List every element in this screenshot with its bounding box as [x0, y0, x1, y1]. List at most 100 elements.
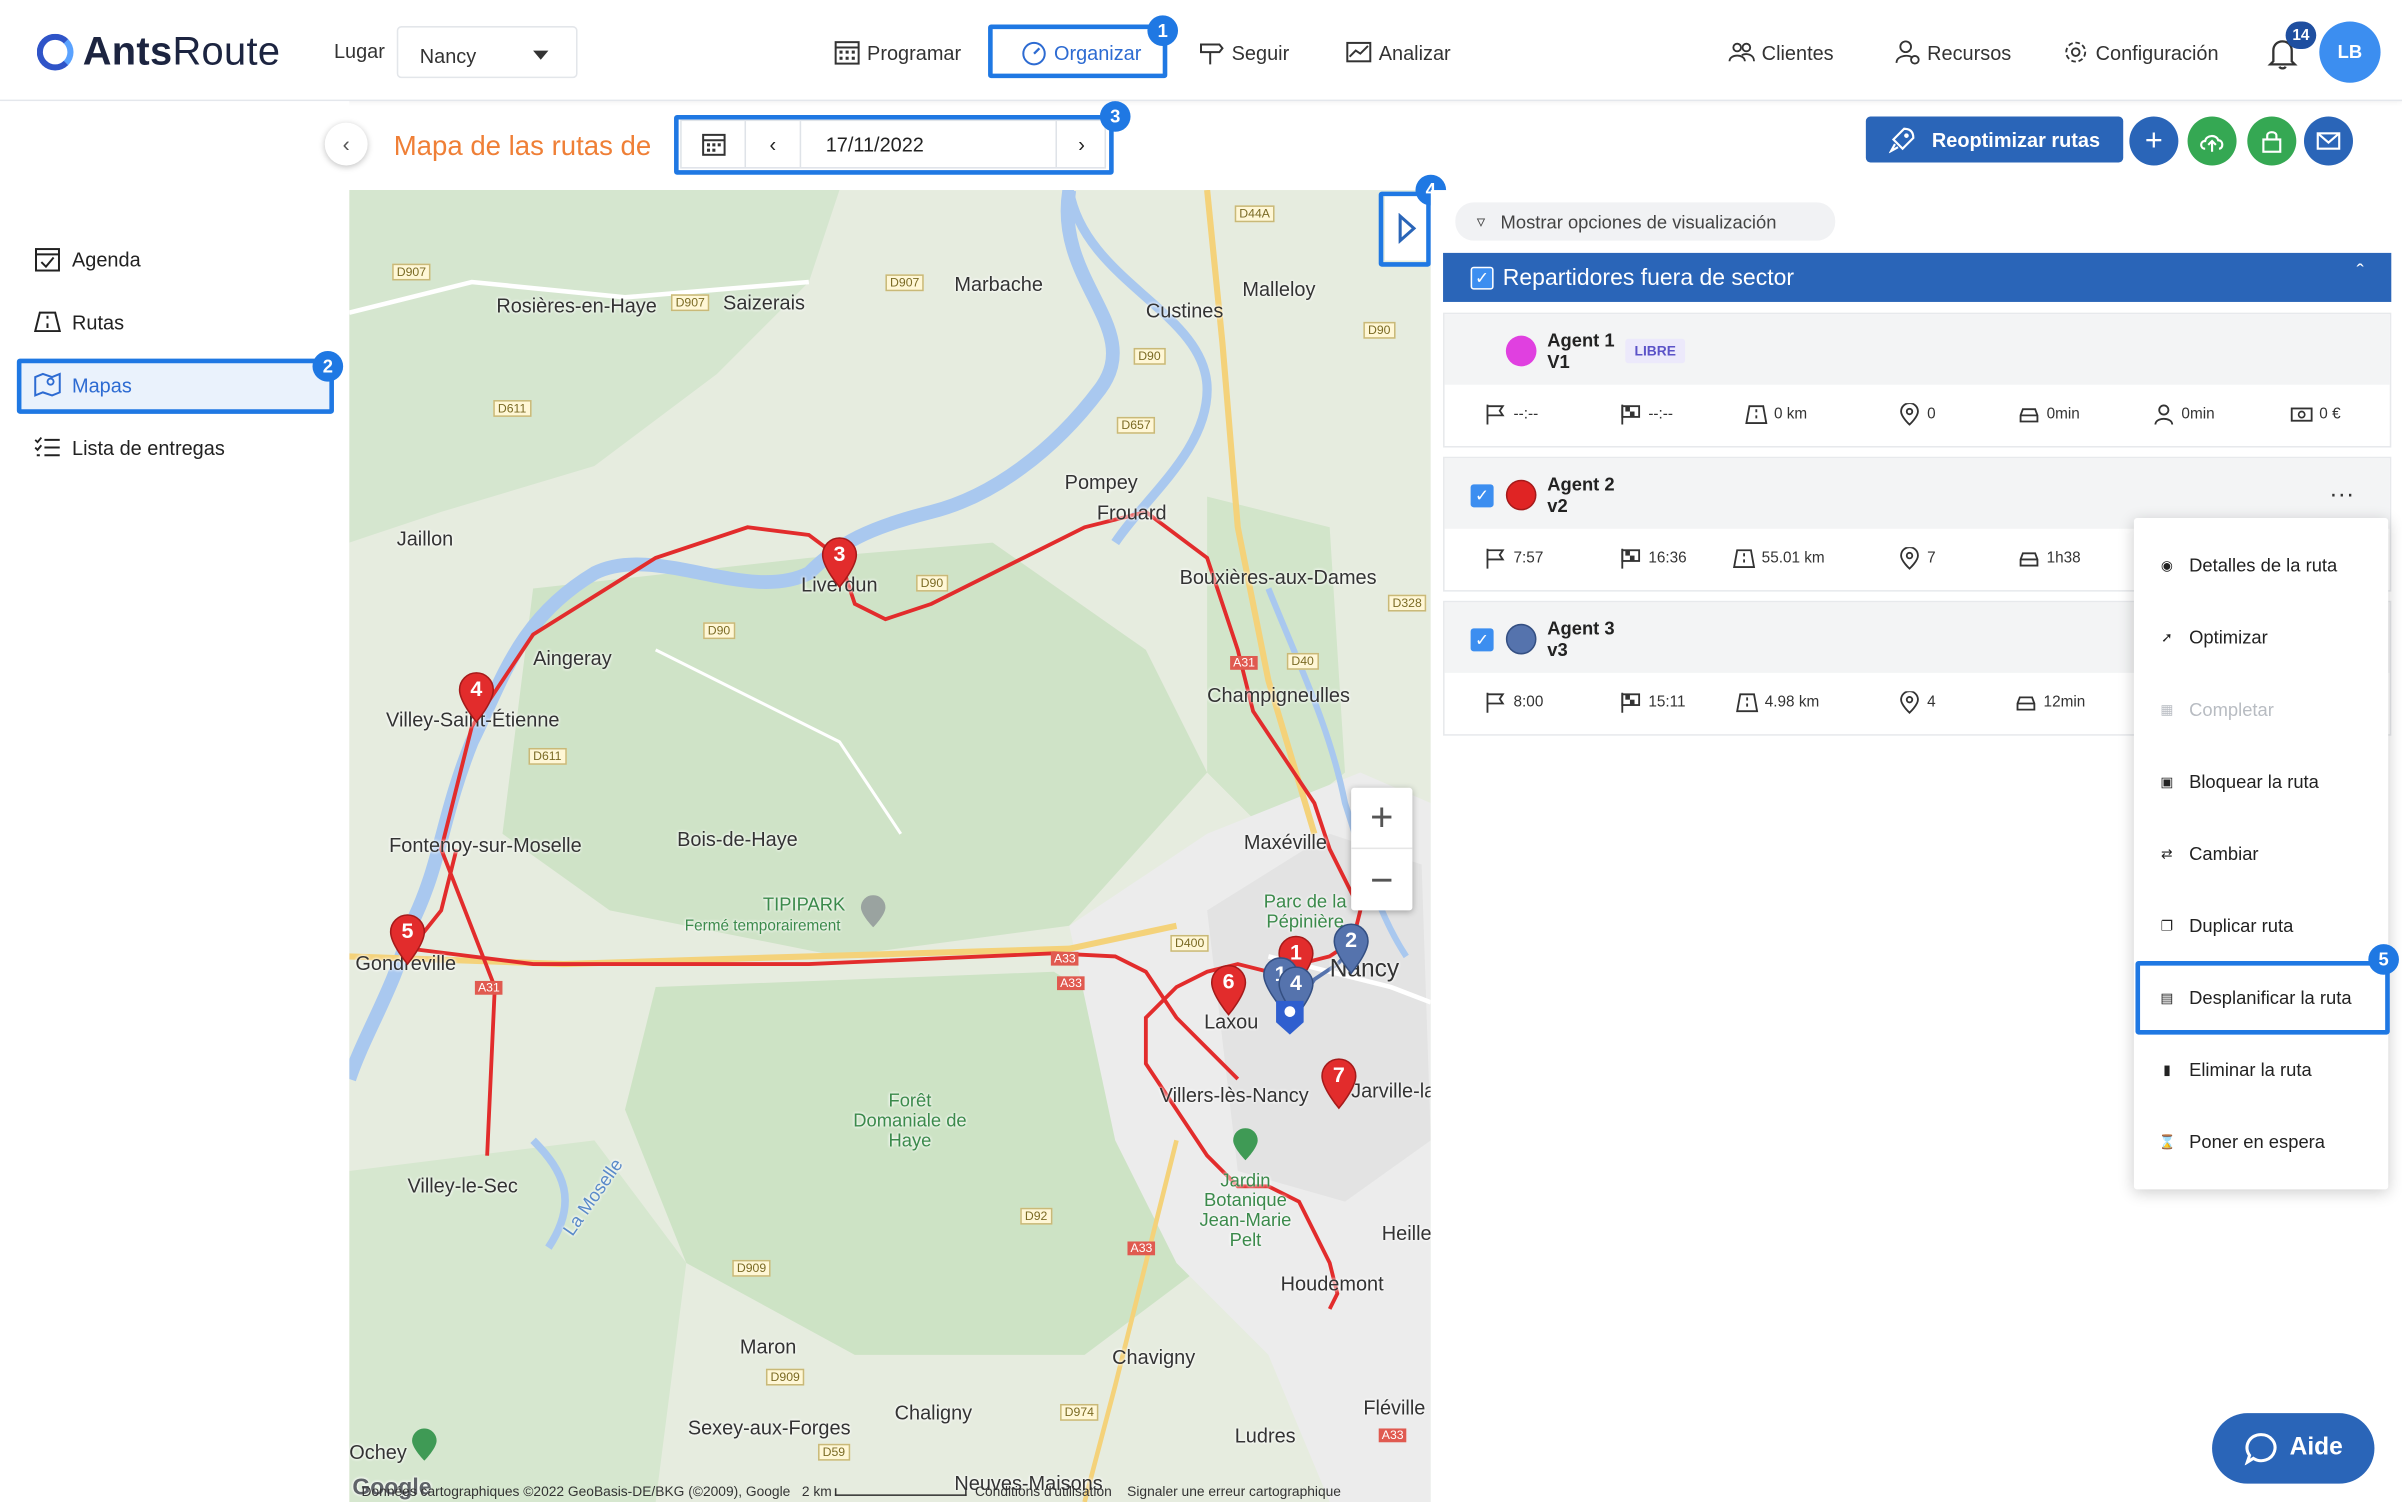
- nav-programar[interactable]: Programar: [833, 38, 961, 66]
- map-label: Champigneulles: [1207, 683, 1350, 707]
- top-header: AntsRoute Lugar Nancy Programar Organiza…: [0, 0, 2402, 102]
- lugar-select[interactable]: Nancy: [396, 26, 578, 79]
- collapse-sidebar-button[interactable]: ‹: [324, 122, 368, 166]
- help-chat-button[interactable]: Aide: [2212, 1413, 2375, 1484]
- checkered-flag-icon: [1621, 692, 1641, 713]
- gear-icon: [2065, 41, 2087, 63]
- nav-configuracion[interactable]: Configuración: [2062, 38, 2219, 66]
- menu-item-optimize[interactable]: ➚ Optimizar: [2158, 627, 2268, 648]
- nav-recursos[interactable]: Recursos: [1893, 38, 2011, 66]
- upload-button[interactable]: [2187, 116, 2237, 166]
- map-label: Jaillon: [396, 527, 454, 551]
- logo-text-bold: Ants: [82, 27, 173, 74]
- sidebar-item-lista-entregas[interactable]: Lista de entregas: [34, 434, 225, 462]
- nav-seguir[interactable]: Seguir: [1198, 38, 1289, 66]
- display-options-button[interactable]: ▿ Mostrar opciones de visualización: [1455, 202, 1836, 241]
- nav-clientes-label: Clientes: [1761, 40, 1834, 64]
- map-label: Chavigny: [1112, 1345, 1196, 1369]
- menu-item-duplicate-route[interactable]: ❐ Duplicar ruta: [2158, 915, 2294, 936]
- highlight-date: [674, 114, 1114, 175]
- routes-map[interactable]: Rosières-en-Haye Saizerais Marbache Mall…: [349, 190, 1431, 1502]
- map-label: Jarville-la-Malgrange: [1351, 1079, 1431, 1103]
- help-label: Aide: [2289, 1434, 2343, 1461]
- lock-icon: [2262, 131, 2282, 153]
- sidebar-item-rutas[interactable]: Rutas: [33, 308, 124, 336]
- lugar-select-value: Nancy: [419, 44, 477, 68]
- road-icon: [1733, 549, 1756, 569]
- nav-seguir-label: Seguir: [1231, 40, 1290, 64]
- map-label: Houdemont: [1280, 1272, 1384, 1296]
- highlight-mapas: [16, 358, 334, 414]
- sector-checkbox[interactable]: ✓: [1470, 265, 1494, 289]
- map-attribution: Données cartographiques ©2022 GeoBasis-D…: [362, 1484, 1341, 1499]
- agent-route-checkbox[interactable]: ✓: [1470, 484, 1494, 508]
- sector-group-header[interactable]: ✓ Repartidores fuera de sector ˆ: [1443, 252, 2392, 302]
- sidebar-item-agenda[interactable]: Agenda: [34, 245, 141, 273]
- chart-icon: [1346, 41, 1372, 63]
- map-label: Saizerais: [723, 291, 805, 315]
- menu-item-put-on-hold[interactable]: ⌛ Poner en espera: [2158, 1131, 2325, 1152]
- map-label: Fontenoy-sur-Moselle: [389, 833, 582, 857]
- route-stop-pin[interactable]: 6: [1210, 964, 1247, 1016]
- route-stop-pin[interactable]: 5: [389, 913, 426, 966]
- pin-number: 2: [1345, 927, 1358, 952]
- depot-marker[interactable]: [1275, 996, 1306, 1036]
- callout-badge-1: 1: [1147, 15, 1179, 46]
- stops-stat: 4: [1898, 691, 1936, 714]
- route-stop-pin[interactable]: 3: [821, 536, 858, 589]
- reoptimize-routes-button[interactable]: Reoptimizar rutas: [1865, 116, 2124, 163]
- distance-stat: 4.98 km: [1736, 691, 1819, 714]
- signpost-icon: [1200, 43, 1224, 65]
- nav-clientes[interactable]: Clientes: [1728, 38, 1834, 66]
- pin-number: 5: [401, 918, 414, 943]
- chevron-down-icon: [533, 50, 549, 60]
- map-label: Rosières-en-Haye: [496, 294, 657, 318]
- route-stop-pin[interactable]: 2: [1333, 923, 1370, 975]
- menu-item-change[interactable]: ⇄ Cambiar: [2158, 843, 2258, 864]
- map-label: Jardin Botanique Jean-Marie Pelt: [1199, 1169, 1292, 1251]
- distance-stat: 55.01 km: [1733, 547, 1825, 570]
- stops-stat: 0: [1898, 403, 1936, 426]
- highlight-organizar: [988, 24, 1168, 79]
- map-label: Forêt Domaniale de Haye: [853, 1089, 967, 1152]
- callout-badge-2: 2: [312, 350, 344, 382]
- park-marker-icon: [860, 895, 886, 928]
- start-time-stat: 8:00: [1484, 691, 1543, 714]
- mail-icon: [2316, 132, 2341, 150]
- antsroute-logo[interactable]: AntsRoute: [36, 27, 281, 76]
- menu-item-delete-route[interactable]: ▮ Eliminar la ruta: [2158, 1059, 2312, 1080]
- route-stop-pin[interactable]: 4: [458, 671, 495, 724]
- menu-item-route-details[interactable]: ◉ Detalles de la ruta: [2158, 555, 2337, 576]
- nav-analizar[interactable]: Analizar: [1345, 38, 1451, 66]
- more-options-button[interactable]: ...: [2330, 477, 2355, 505]
- road-label: A33: [1378, 1428, 1407, 1443]
- copy-icon: ❐: [2160, 917, 2174, 933]
- status-badge: LIBRE: [1625, 338, 1686, 364]
- report-error-link[interactable]: Signaler une erreur cartographique: [1127, 1484, 1341, 1499]
- menu-item-lock-route[interactable]: ▣ Bloquear la ruta: [2158, 771, 2319, 792]
- chevron-up-icon[interactable]: ˆ: [2357, 259, 2364, 284]
- lock-button[interactable]: [2247, 116, 2297, 166]
- agent-route-checkbox[interactable]: ✓: [1470, 628, 1494, 652]
- terms-link[interactable]: Conditions d'utilisation: [975, 1484, 1112, 1499]
- cloud-upload-icon: [2200, 134, 2224, 152]
- route-stop-pin[interactable]: 7: [1320, 1058, 1357, 1110]
- drive-time-stat: 0min: [2018, 403, 2080, 426]
- add-button[interactable]: +: [2129, 116, 2179, 166]
- email-button[interactable]: [2303, 116, 2353, 166]
- map-label: Marbache: [954, 272, 1043, 296]
- road-label: D611: [528, 747, 567, 765]
- rocket-icon: ➚: [2161, 629, 2173, 645]
- checkered-flag-icon: [1621, 404, 1641, 425]
- zoom-out-button[interactable]: −: [1351, 849, 1412, 910]
- zoom-in-button[interactable]: +: [1351, 788, 1413, 850]
- user-avatar[interactable]: LB: [2319, 21, 2381, 83]
- scale-bar: [835, 1488, 968, 1497]
- sector-title: Repartidores fuera de sector: [1502, 264, 1795, 291]
- agent-route-card[interactable]: Agent 1 V1 LIBRE --:-- --:-- 0 km 0 0min …: [1443, 312, 2392, 448]
- map-label: Fermé temporairement: [684, 918, 841, 935]
- road-icon: [33, 311, 62, 333]
- menu-item-complete[interactable]: ▦ Completar: [2158, 699, 2274, 720]
- car-icon: [2019, 552, 2039, 567]
- car-icon: [2016, 696, 2036, 711]
